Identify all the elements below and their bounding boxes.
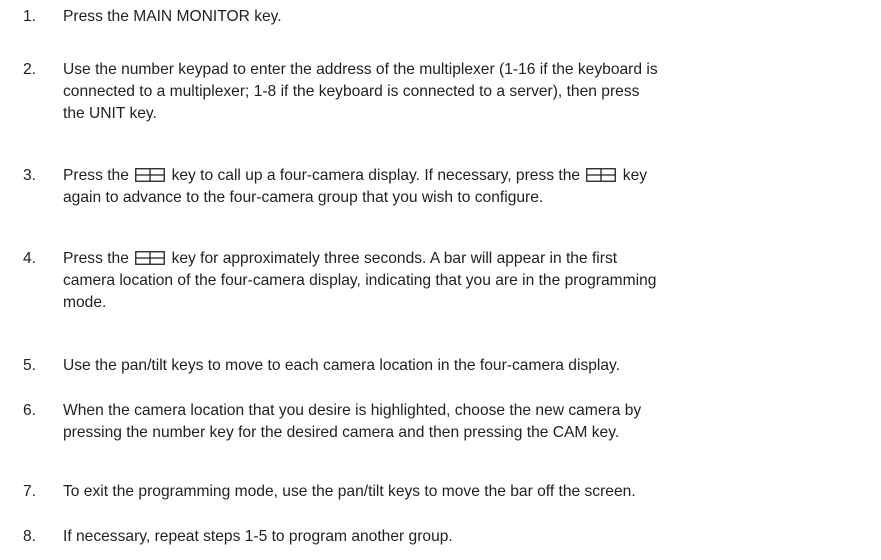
step-text-part: Press the: [63, 250, 129, 267]
step-2: 2. Use the number keypad to enter the ad…: [23, 59, 863, 125]
step-line: Use the pan/tilt keys to move to each ca…: [63, 357, 621, 374]
step-3: 3. Press the key to call up a four-camer…: [23, 165, 863, 209]
step-line: Use the number keypad to enter the addre…: [63, 61, 658, 78]
step-line: Press the key to call up a four-camera d…: [63, 165, 853, 187]
step-8: 8. If necessary, repeat steps 1-5 to pro…: [23, 526, 863, 548]
step-6: 6. When the camera location that you des…: [23, 400, 863, 444]
step-number: 4.: [23, 250, 37, 267]
step-line: mode.: [63, 294, 107, 311]
step-text-part: key to call up a four-camera display. If…: [171, 167, 581, 184]
step-line: To exit the programming mode, use the pa…: [63, 483, 636, 500]
step-number: 3.: [23, 167, 37, 184]
step-text: When the camera location that you desire…: [63, 400, 853, 444]
step-line: again to advance to the four-camera grou…: [63, 189, 544, 206]
step-4: 4. Press the key for approximately three…: [23, 248, 863, 314]
step-text-part: key for approximately three seconds. A b…: [171, 250, 618, 267]
step-line: If necessary, repeat steps 1-5 to progra…: [63, 528, 453, 545]
quad-split-icon: [135, 251, 166, 265]
step-text: Use the number keypad to enter the addre…: [63, 59, 853, 125]
step-text: If necessary, repeat steps 1-5 to progra…: [63, 526, 853, 548]
step-text: Press the key to call up a four-camera d…: [63, 165, 853, 209]
step-5: 5. Use the pan/tilt keys to move to each…: [23, 355, 863, 377]
step-number: 5.: [23, 357, 37, 374]
step-7: 7. To exit the programming mode, use the…: [23, 481, 863, 503]
step-text: Press the key for approximately three se…: [63, 248, 853, 314]
step-number: 6.: [23, 402, 37, 419]
step-line: connected to a multiplexer; 1-8 if the k…: [63, 83, 640, 100]
quad-split-icon: [586, 168, 617, 182]
step-number: 1.: [23, 8, 37, 25]
step-text: Press the MAIN MONITOR key.: [63, 6, 853, 28]
step-line: camera location of the four-camera displ…: [63, 272, 657, 289]
step-line: Press the key for approximately three se…: [63, 248, 853, 270]
step-number: 8.: [23, 528, 37, 545]
step-text-part: Press the: [63, 167, 129, 184]
step-line: Press the MAIN MONITOR key.: [63, 8, 282, 25]
step-text: Use the pan/tilt keys to move to each ca…: [63, 355, 853, 377]
step-line: When the camera location that you desire…: [63, 402, 642, 419]
step-number: 7.: [23, 483, 37, 500]
step-text: To exit the programming mode, use the pa…: [63, 481, 853, 503]
step-1: 1. Press the MAIN MONITOR key.: [23, 6, 863, 28]
step-text-part: key: [622, 167, 648, 184]
quad-split-icon: [135, 168, 166, 182]
step-line: the UNIT key.: [63, 105, 157, 122]
step-line: pressing the number key for the desired …: [63, 424, 620, 441]
step-number: 2.: [23, 61, 37, 78]
